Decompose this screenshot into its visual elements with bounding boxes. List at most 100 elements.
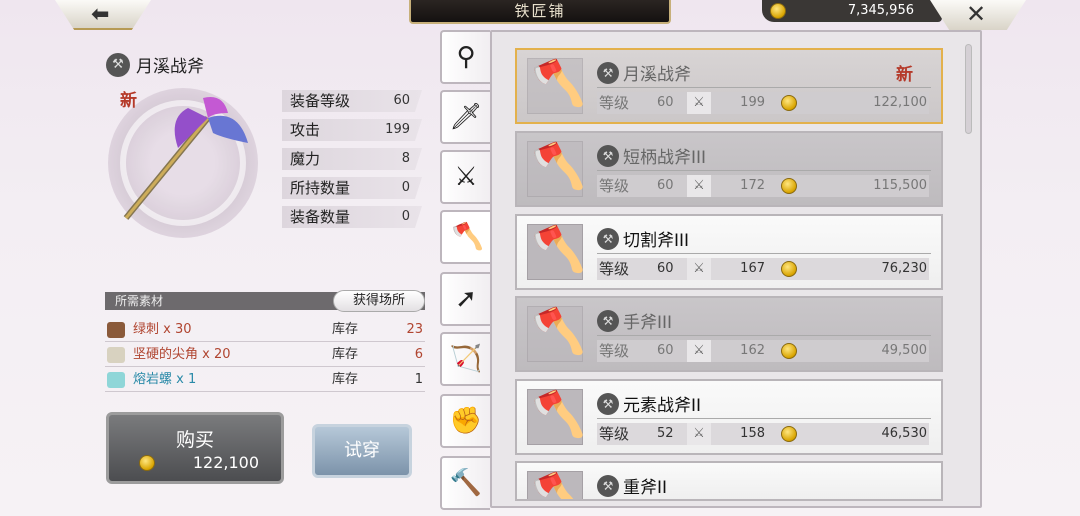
tab-curved-blade[interactable]: ⚔	[440, 150, 490, 204]
new-badge: 新	[896, 65, 913, 85]
price-value: 46,530	[881, 426, 928, 441]
equip-type-icon: ⚒	[597, 145, 619, 167]
stock-label: 库存	[332, 322, 359, 337]
attack-icon: ⚔	[687, 423, 711, 445]
level-value: 60	[657, 178, 674, 193]
stock-count: 23	[406, 322, 423, 337]
buy-label: 购买	[175, 429, 214, 451]
price-value: 115,500	[873, 178, 927, 193]
attack-value: 158	[740, 426, 765, 441]
level-value: 60	[657, 95, 674, 110]
source-button[interactable]: 获得场所	[333, 290, 425, 312]
stock-count: 1	[414, 372, 423, 387]
list-item[interactable]: 🪓 ⚒ 手斧III 等级 60 ⚔ 162 49,500	[515, 296, 943, 372]
attack-value: 199	[740, 95, 765, 110]
stat-value: 8	[401, 151, 410, 166]
page-title: 铁匠铺	[409, 0, 671, 24]
staff-icon: ⚲	[456, 42, 476, 72]
tab-sword[interactable]: 🗡	[440, 90, 490, 144]
curved-blade-icon: ⚔	[454, 162, 478, 192]
close-button[interactable]: ✕	[930, 0, 1026, 30]
stat-value: 60	[393, 93, 410, 108]
buy-button[interactable]: 购买 122,100	[106, 412, 284, 484]
material-name: 绿刺 x 30	[133, 322, 192, 337]
price-value: 49,500	[881, 343, 928, 358]
stat-row: 装备数量 0	[282, 206, 422, 228]
currency-amount: 7,345,956	[847, 3, 914, 18]
lava-shell-material-icon	[107, 372, 125, 388]
level-label: 等级	[599, 342, 630, 360]
currency-display: 7,345,956	[762, 0, 942, 22]
stock-count: 6	[414, 347, 423, 362]
back-arrow-icon: ⬅	[91, 2, 110, 27]
spear-icon: ➚	[455, 284, 477, 314]
stat-label: 所持数量	[290, 179, 351, 197]
new-badge: 新	[120, 91, 137, 111]
axe-icon: 🪓	[531, 389, 586, 440]
thorn-material-icon	[107, 322, 125, 338]
tab-fist[interactable]: ✊	[440, 394, 490, 448]
item-name: 切割斧III	[623, 231, 690, 251]
tab-hammer[interactable]: 🔨	[440, 456, 490, 510]
hammer-icon: 🔨	[449, 468, 483, 498]
stat-row: 所持数量 0	[282, 177, 422, 199]
material-row: 熔岩螺 x 1 库存 1	[105, 368, 425, 392]
item-name: 短柄战斧III	[623, 148, 707, 168]
close-icon: ✕	[966, 0, 987, 28]
attack-value: 172	[740, 178, 765, 193]
material-name: 熔岩螺 x 1	[133, 372, 197, 387]
axe-icon: 🪓	[531, 141, 586, 192]
stock-label: 库存	[332, 347, 359, 362]
item-name: 重斧II	[623, 478, 668, 498]
material-row: 坚硬的尖角 x 20 库存 6	[105, 343, 425, 367]
list-item[interactable]: 🪓 ⚒ 月溪战斧 新 等级 60 ⚔ 199 122,100	[515, 48, 943, 124]
item-name: 月溪战斧	[623, 65, 691, 85]
scrollbar[interactable]	[965, 44, 972, 134]
stat-label: 装备等级	[290, 92, 351, 110]
axe-icon: 🪓	[451, 222, 485, 252]
level-value: 60	[657, 343, 674, 358]
axe-icon: 🪓	[531, 58, 586, 109]
tab-bow[interactable]: 🏹	[440, 332, 490, 386]
tab-spear[interactable]: ➚	[440, 272, 490, 326]
material-name: 坚硬的尖角 x 20	[133, 347, 231, 362]
list-item[interactable]: 🪓 ⚒ 重斧II	[515, 461, 943, 501]
tab-staff[interactable]: ⚲	[440, 30, 490, 84]
stat-row: 魔力 8	[282, 148, 422, 170]
level-value: 60	[657, 261, 674, 276]
coin-icon	[781, 343, 797, 359]
horn-material-icon	[107, 347, 125, 363]
coin-icon	[770, 3, 786, 19]
equip-type-icon: ⚒	[597, 228, 619, 250]
level-label: 等级	[599, 425, 630, 443]
stat-value: 199	[385, 122, 410, 137]
price-value: 122,100	[873, 95, 927, 110]
equip-type-icon: ⚒	[106, 53, 130, 77]
attack-icon: ⚔	[687, 175, 711, 197]
sword-icon: 🗡	[449, 102, 483, 132]
list-item[interactable]: 🪓 ⚒ 元素战斧II 等级 52 ⚔ 158 46,530	[515, 379, 943, 455]
coin-icon	[781, 95, 797, 111]
attack-icon: ⚔	[687, 92, 711, 114]
material-row: 绿刺 x 30 库存 23	[105, 318, 425, 342]
coin-icon	[781, 261, 797, 277]
list-item[interactable]: 🪓 ⚒ 短柄战斧III 等级 60 ⚔ 172 115,500	[515, 131, 943, 207]
equip-type-icon: ⚒	[597, 393, 619, 415]
back-button[interactable]: ⬅	[55, 0, 151, 30]
try-on-button[interactable]: 试穿	[312, 424, 412, 478]
stock-label: 库存	[332, 372, 359, 387]
level-label: 等级	[599, 94, 630, 112]
equip-type-icon: ⚒	[597, 475, 619, 497]
item-name: 手斧III	[623, 313, 673, 333]
stat-row: 装备等级 60	[282, 90, 422, 112]
attack-icon: ⚔	[687, 340, 711, 362]
axe-icon: 🪓	[531, 306, 586, 357]
tab-axe[interactable]: 🪓	[440, 210, 494, 264]
list-item[interactable]: 🪓 ⚒ 切割斧III 等级 60 ⚔ 167 76,230	[515, 214, 943, 290]
fist-icon: ✊	[449, 406, 483, 436]
bow-icon: 🏹	[449, 344, 483, 374]
price-value: 76,230	[881, 261, 928, 276]
attack-icon: ⚔	[687, 258, 711, 280]
stat-label: 魔力	[290, 150, 321, 168]
stat-label: 装备数量	[290, 208, 351, 226]
